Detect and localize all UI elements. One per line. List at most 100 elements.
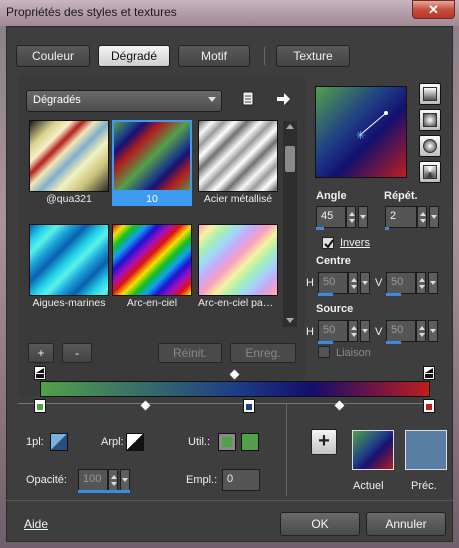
previous-swatch[interactable] xyxy=(405,430,447,470)
center-v-label: V xyxy=(375,277,383,289)
opacity-spinner[interactable] xyxy=(108,469,118,491)
chevron-down-icon xyxy=(208,97,216,102)
background-color-icon[interactable] xyxy=(126,433,144,451)
source-h-input[interactable]: 50 xyxy=(318,320,348,342)
section-divider xyxy=(286,404,287,496)
gradient-thumb-arc-en-ciel[interactable]: Arc-en-ciel xyxy=(112,224,192,310)
help-link[interactable]: Aide xyxy=(24,517,48,531)
stop-color-icon[interactable] xyxy=(50,433,68,451)
gradient-preview xyxy=(112,120,192,192)
scrollbar-thumb[interactable] xyxy=(285,146,295,172)
source-h-spinner[interactable] xyxy=(348,320,358,342)
close-button[interactable]: ✕ xyxy=(412,0,455,19)
rect-gradient-mode-button[interactable] xyxy=(419,109,441,131)
add-gradient-button[interactable]: + xyxy=(28,343,54,363)
sunburst-gradient-mode-button[interactable] xyxy=(419,161,441,183)
angle-dropdown[interactable] xyxy=(358,206,368,228)
color-stop-red[interactable] xyxy=(423,399,435,413)
gradient-bar[interactable] xyxy=(40,381,430,397)
center-v-spinner[interactable] xyxy=(416,272,426,294)
source-h-label: H xyxy=(306,326,314,338)
tab-motif[interactable]: Motif xyxy=(178,45,250,67)
center-v-level-bar xyxy=(386,293,401,296)
cancel-button[interactable]: Annuler xyxy=(366,512,446,536)
transparency-stop-right[interactable] xyxy=(423,366,435,380)
thumb-caption: Arc-en-ciel xyxy=(126,297,178,309)
angle-spinner[interactable] xyxy=(346,206,356,228)
svg-text:✳: ✳ xyxy=(356,129,365,142)
source-h-level-bar xyxy=(318,341,333,344)
stop-swatch xyxy=(246,404,252,410)
tab-texture[interactable]: Texture xyxy=(276,45,350,67)
arrow-right-icon[interactable] xyxy=(275,91,291,107)
gradient-thumb-acier[interactable]: Acier métallisé xyxy=(198,120,278,206)
center-v-input[interactable]: 50 xyxy=(386,272,416,294)
repeat-spinner[interactable] xyxy=(417,206,427,228)
location-label: Empl.: xyxy=(186,474,218,486)
invert-label: Invers xyxy=(340,237,370,249)
gradient-stop-rail xyxy=(18,403,435,404)
link-label: Liaison xyxy=(336,347,371,359)
repeat-input[interactable]: 2 xyxy=(385,206,417,228)
repeat-level-bar xyxy=(385,227,389,230)
source-v-spinner[interactable] xyxy=(416,320,426,342)
source-h-dropdown[interactable] xyxy=(360,320,370,342)
reset-button[interactable]: Réinit. xyxy=(158,343,222,363)
radial-gradient-mode-button[interactable] xyxy=(419,135,441,157)
gradient-thumb-qua321[interactable]: @qua321 xyxy=(29,120,109,206)
tab-degrade[interactable]: Dégradé xyxy=(98,45,170,67)
center-v-dropdown[interactable] xyxy=(428,272,438,294)
thumb-caption: Acier métallisé xyxy=(203,193,273,205)
add-to-swatches-button[interactable]: + xyxy=(311,429,337,455)
thumb-caption: 10 xyxy=(112,192,192,206)
gradient-preview xyxy=(112,224,192,296)
current-swatch[interactable] xyxy=(352,430,394,470)
opacity-input[interactable]: 100 xyxy=(78,469,108,491)
stop-swatch xyxy=(426,404,432,410)
transparency-stop-left[interactable] xyxy=(34,366,46,380)
color-stop-green[interactable] xyxy=(34,399,46,413)
ok-button[interactable]: OK xyxy=(280,512,360,536)
gradient-preview-canvas[interactable]: ✳ xyxy=(315,86,407,178)
center-h-spinner[interactable] xyxy=(348,272,358,294)
gradient-preview xyxy=(198,224,278,296)
user-color-icon-1[interactable] xyxy=(218,433,236,451)
center-h-input[interactable]: 50 xyxy=(318,272,348,294)
source-v-input[interactable]: 50 xyxy=(386,320,416,342)
color-stop-blue[interactable] xyxy=(243,399,255,413)
linear-gradient-mode-button[interactable] xyxy=(419,83,441,105)
gradient-thumb-10[interactable]: 10 xyxy=(112,120,192,206)
remove-gradient-button[interactable]: - xyxy=(62,343,92,363)
link-checkbox[interactable] xyxy=(318,346,330,358)
location-input[interactable]: 0 xyxy=(222,469,260,491)
source-v-label: V xyxy=(375,326,383,338)
center-label: Centre xyxy=(316,255,351,267)
center-h-label: H xyxy=(306,277,314,289)
invert-checkbox[interactable] xyxy=(322,237,334,249)
thumb-caption: @qua321 xyxy=(46,193,92,205)
opacity-level-bar xyxy=(78,490,130,493)
opacity-label: Opacité: xyxy=(26,474,67,486)
stop-swatch xyxy=(37,404,43,410)
angle-input[interactable]: 45 xyxy=(316,206,346,228)
gradient-thumb-aigues-marines[interactable]: Aigues-marines xyxy=(29,224,109,310)
pl-label: 1pl: xyxy=(26,436,44,448)
opacity-dropdown[interactable] xyxy=(120,469,130,491)
user-color-icon-2[interactable] xyxy=(241,433,259,451)
scroll-up-icon[interactable] xyxy=(286,124,294,129)
new-document-icon[interactable] xyxy=(241,91,255,107)
center-h-dropdown[interactable] xyxy=(360,272,370,294)
scroll-down-icon[interactable] xyxy=(286,318,294,323)
previous-label: Préc. xyxy=(411,480,437,492)
category-dropdown[interactable]: Dégradés xyxy=(26,90,222,112)
source-label: Source xyxy=(316,303,354,315)
gradient-preview xyxy=(198,120,278,192)
window-title: Propriétés des styles et textures xyxy=(6,5,177,19)
gradient-thumb-arc-en-ciel-pastel[interactable]: Arc-en-ciel pastel xyxy=(198,224,278,310)
source-v-level-bar xyxy=(386,341,401,344)
source-v-dropdown[interactable] xyxy=(428,320,438,342)
save-button[interactable]: Enreg. xyxy=(230,343,296,363)
repeat-dropdown[interactable] xyxy=(429,206,439,228)
thumb-caption: Arc-en-ciel pastel xyxy=(198,297,278,309)
tab-couleur[interactable]: Couleur xyxy=(16,45,90,67)
